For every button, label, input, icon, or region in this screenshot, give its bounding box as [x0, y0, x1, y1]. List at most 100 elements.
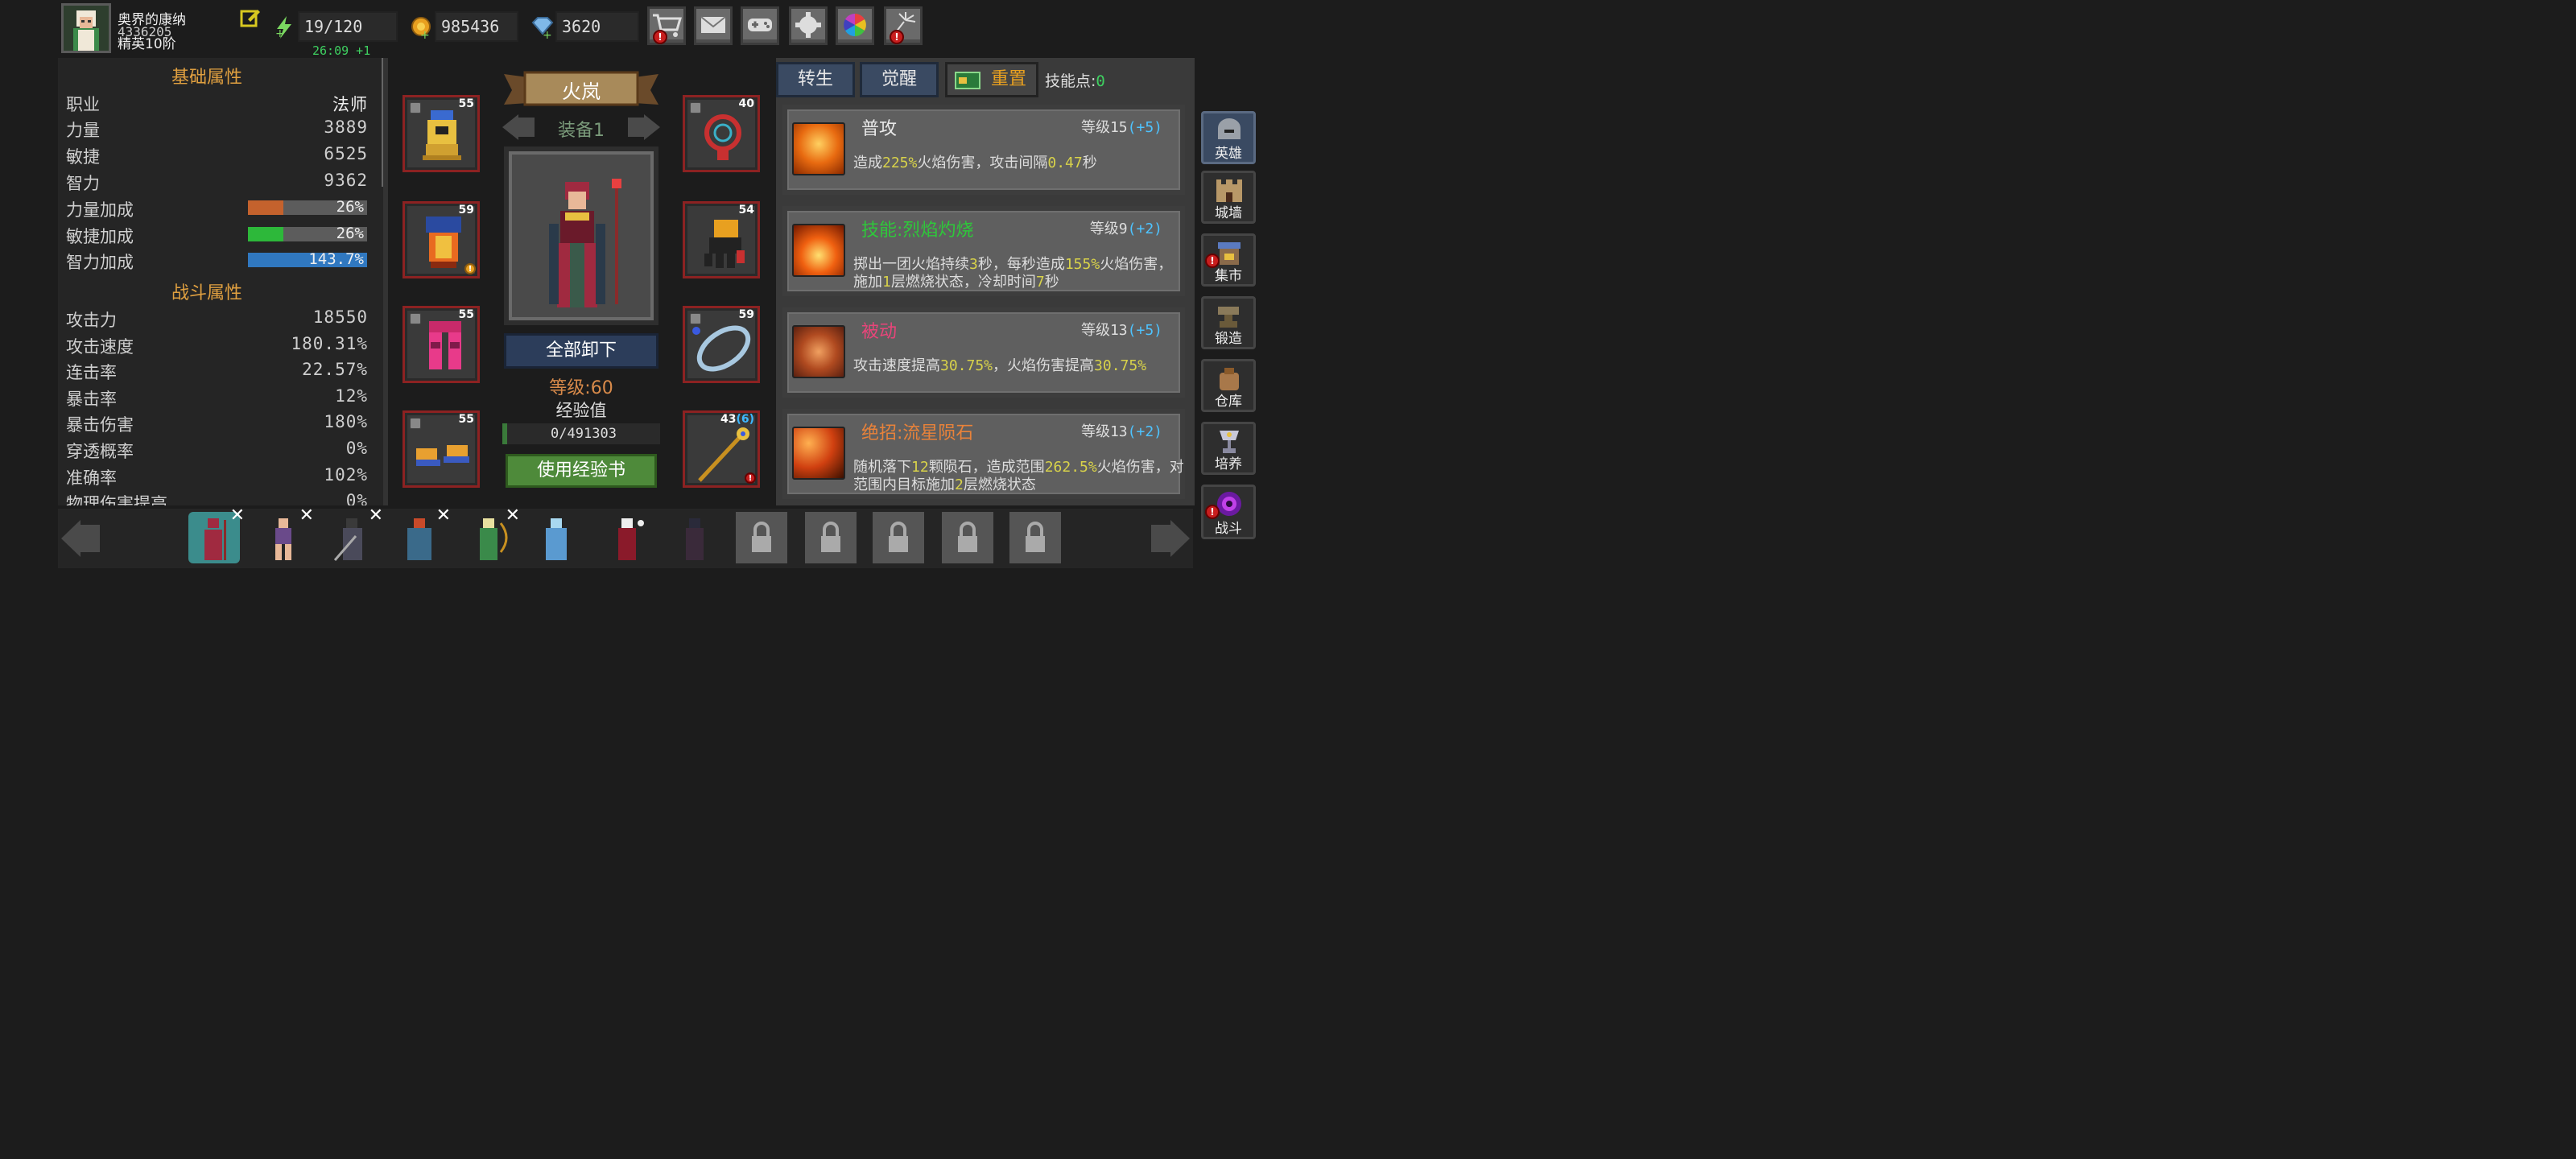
- dismiss-icon[interactable]: ✕: [299, 505, 314, 526]
- roster-hero-3[interactable]: ✕: [327, 505, 383, 563]
- edit-icon[interactable]: [240, 8, 261, 27]
- energy-icon: +: [274, 16, 295, 40]
- nav-warehouse[interactable]: 仓库: [1201, 359, 1256, 412]
- stat-value: 180.31%: [291, 334, 368, 353]
- color-wheel-icon: [844, 14, 866, 36]
- skill-card-passive[interactable]: 被动 等级13(+5) 攻击速度提高30.75%，火焰伤害提高30.75%: [782, 307, 1185, 398]
- nav-city-wall[interactable]: 城墙: [1201, 171, 1256, 224]
- equip-alert-icon: !: [464, 263, 476, 274]
- skill-text: 掷出一团火焰持续: [853, 256, 969, 273]
- roster-hero-locked[interactable]: [942, 512, 993, 563]
- nav-label: 培养: [1215, 456, 1242, 472]
- stat-label: 暴击率: [66, 390, 117, 409]
- stat-row: 攻击速度 180.31%: [66, 332, 368, 358]
- nav-cultivate[interactable]: 培养: [1201, 422, 1256, 475]
- attributes-panel[interactable]: 基础属性 职业 法师 力量 3889 敏捷 6525 智力 9362 力量加成 26% …: [58, 58, 388, 505]
- dismiss-icon[interactable]: ✕: [369, 505, 383, 526]
- roster-hero-6[interactable]: [531, 512, 583, 563]
- nav-market[interactable]: ! 集市: [1201, 233, 1256, 287]
- bonus-value: 143.7%: [308, 250, 364, 268]
- fireworks-alert-icon: !: [890, 30, 904, 44]
- equip-set-label: 装备1: [558, 121, 605, 141]
- equip-slot-armor[interactable]: 59 !: [402, 201, 480, 278]
- use-exp-book-button[interactable]: 使用经验书: [506, 454, 657, 488]
- attributes-scrollbar[interactable]: [382, 58, 383, 187]
- settings-button[interactable]: [789, 6, 828, 45]
- skill-card-flame-burn[interactable]: 技能:烈焰灼烧 等级9(+2) 掷出一团火焰持续3秒，每秒造成155%火焰伤害，…: [782, 206, 1185, 296]
- stat-row: 智力 9362: [66, 169, 368, 195]
- equip-alert-icon: !: [745, 472, 756, 484]
- color-wheel-button[interactable]: [836, 6, 874, 45]
- nav-battle[interactable]: ! 战斗: [1201, 485, 1256, 539]
- skill-name: 绝招:流星陨石: [861, 423, 974, 443]
- stat-label: 攻击力: [66, 311, 117, 330]
- roster-next-button[interactable]: [1146, 515, 1193, 562]
- roster-hero-7[interactable]: [602, 512, 654, 563]
- next-set-button[interactable]: [625, 111, 663, 143]
- skill-level-value: 等级15: [1080, 119, 1128, 136]
- stat-value: 12%: [335, 386, 368, 406]
- roster-hero-locked[interactable]: [805, 512, 857, 563]
- svg-text:+: +: [275, 27, 285, 39]
- roster-hero-locked[interactable]: [1009, 512, 1061, 563]
- equip-slot-ring[interactable]: 59: [683, 306, 760, 383]
- skill-description: 攻击速度提高30.75%，火焰伤害提高30.75%: [853, 357, 1185, 375]
- player-avatar[interactable]: [61, 3, 111, 53]
- nav-label: 仓库: [1215, 394, 1242, 410]
- roster-hero-2[interactable]: ✕: [258, 505, 314, 563]
- nav-forge[interactable]: 锻造: [1201, 296, 1256, 349]
- svg-text:+: +: [420, 29, 430, 39]
- prev-set-button[interactable]: [499, 111, 538, 143]
- unequip-all-button[interactable]: 全部卸下: [504, 333, 658, 369]
- fireworks-button[interactable]: !: [884, 6, 923, 45]
- lock-icon: [410, 418, 421, 429]
- hero-portrait-frame: [504, 146, 658, 325]
- equip-slot-necklace[interactable]: 40: [683, 95, 760, 172]
- gem-icon[interactable]: +: [531, 16, 554, 42]
- mail-button[interactable]: [694, 6, 733, 45]
- skill-card-basic-attack[interactable]: 普攻 等级15(+5) 造成225%火焰伤害，攻击间隔0.47秒: [782, 105, 1185, 195]
- skill-text: 火焰伤害，攻击间隔: [917, 155, 1048, 171]
- awaken-tab[interactable]: 觉醒: [860, 62, 939, 97]
- roster-hero-5[interactable]: ✕: [464, 505, 520, 563]
- equip-level: 55: [458, 413, 474, 426]
- equip-slot-legs[interactable]: 55: [402, 306, 480, 383]
- roster-prev-button[interactable]: [58, 515, 105, 562]
- exp-bar: 0/491303: [502, 423, 660, 444]
- hero-level: 等级:60: [549, 378, 613, 398]
- equip-slot-weapon[interactable]: 43(6) !: [683, 410, 760, 488]
- flame-bird-icon: [792, 325, 845, 378]
- castle-icon: [1216, 179, 1242, 202]
- roster-hero-8[interactable]: [670, 512, 721, 563]
- roster-hero-fire-mage[interactable]: ✕: [188, 505, 245, 563]
- lock-icon: [752, 522, 771, 552]
- roster-hero-4[interactable]: ✕: [394, 505, 451, 563]
- nav-label: 英雄: [1215, 146, 1242, 162]
- nav-hero[interactable]: 英雄: [1201, 111, 1256, 164]
- stat-value: 0%: [345, 491, 368, 505]
- fire-icon: [792, 224, 845, 277]
- stat-label: 敏捷: [66, 147, 100, 167]
- shop-button[interactable]: !: [647, 6, 686, 45]
- equip-slot-boots[interactable]: 55: [402, 410, 480, 488]
- stat-label: 穿透概率: [66, 442, 134, 461]
- skill-value: 0.47: [1047, 155, 1083, 171]
- skill-card-meteor[interactable]: 绝招:流星陨石 等级13(+2) 随机落下12颗陨石，造成范围262.5%火焰伤…: [782, 409, 1185, 499]
- skill-value: 30.75%: [940, 357, 993, 374]
- stat-label: 准确率: [66, 468, 117, 488]
- dismiss-icon[interactable]: ✕: [230, 505, 245, 526]
- stat-label: 攻击速度: [66, 337, 134, 357]
- equip-slot-gloves[interactable]: 54: [683, 201, 760, 278]
- reset-button[interactable]: 重置: [945, 62, 1038, 97]
- roster-hero-locked[interactable]: [873, 512, 924, 563]
- roster-hero-locked[interactable]: [736, 512, 787, 563]
- equip-slot-helmet[interactable]: 55: [402, 95, 480, 172]
- nav-label: 集市: [1215, 268, 1242, 284]
- stat-row: 准确率 102%: [66, 464, 368, 489]
- dismiss-icon[interactable]: ✕: [436, 505, 451, 526]
- gold-icon[interactable]: +: [411, 16, 431, 42]
- rebirth-tab[interactable]: 转生: [776, 62, 855, 97]
- gamepad-button[interactable]: [741, 6, 779, 45]
- helmet-icon: [423, 110, 461, 160]
- dismiss-icon[interactable]: ✕: [506, 505, 520, 526]
